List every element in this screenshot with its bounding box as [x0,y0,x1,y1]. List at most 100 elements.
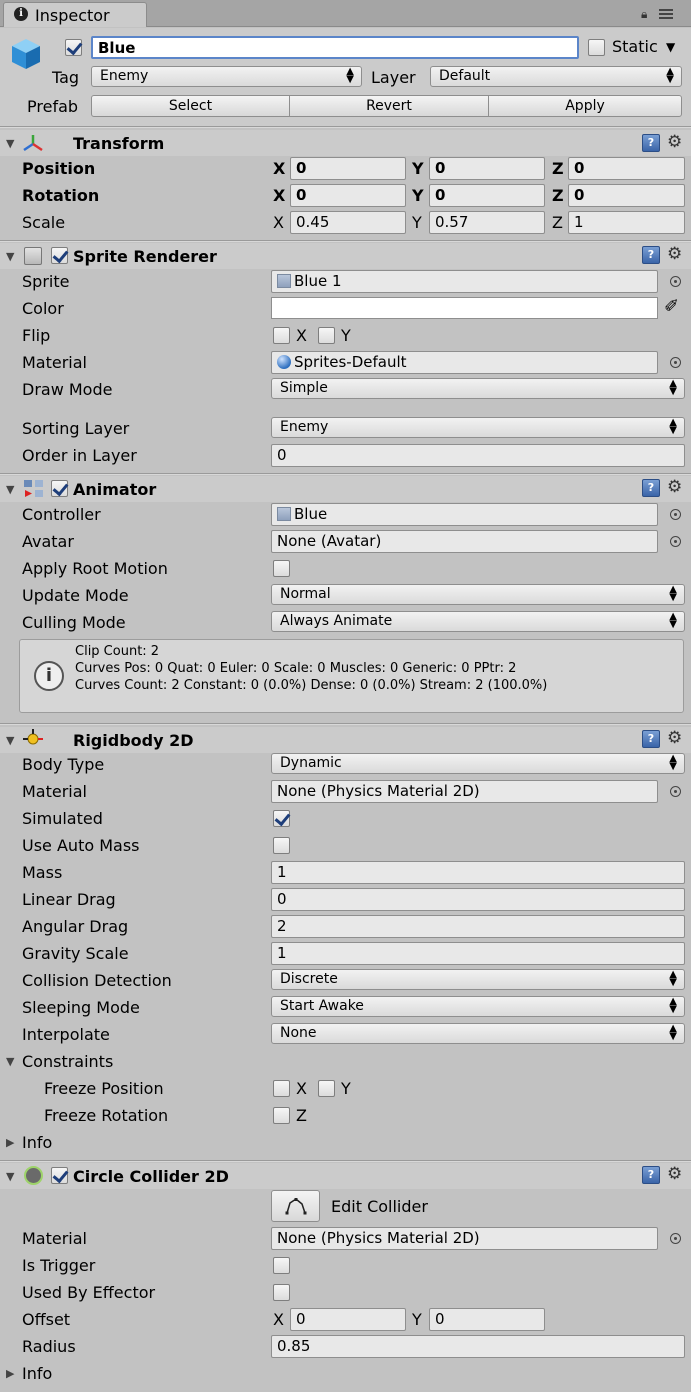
gear-icon[interactable]: ⚙ [667,478,682,496]
sleeping-mode-dropdown[interactable]: Start Awake ▲ ▼ [271,996,685,1017]
transform-title: Transform [73,134,165,153]
axis-x-label[interactable]: X [273,186,285,205]
linear-drag-field[interactable]: 0 [271,888,685,911]
scale-y-field[interactable]: 0.57 [429,211,545,234]
help-icon[interactable]: ? [642,1166,660,1184]
sprite-renderer-enabled-checkbox[interactable] [51,247,68,264]
transform-foldout-icon[interactable]: ▼ [6,137,14,150]
flip-x-checkbox[interactable] [273,327,290,344]
prefab-select-button[interactable]: Select [91,95,290,117]
gear-icon[interactable]: ⚙ [667,1165,682,1183]
offset-x-field[interactable]: 0 [290,1308,406,1331]
object-picker-icon[interactable] [670,509,681,520]
axis-z-label[interactable]: Z [552,186,564,205]
object-picker-icon[interactable] [670,1233,681,1244]
object-picker-icon[interactable] [670,536,681,547]
cc-info-foldout-icon[interactable]: ▶ [6,1367,14,1380]
rb-info-foldout-icon[interactable]: ▶ [6,1136,14,1149]
position-x-field[interactable]: 0 [290,157,406,180]
culling-mode-dropdown[interactable]: Always Animate ▲ ▼ [271,611,685,632]
lock-icon[interactable]: 🔒︎ [641,7,647,22]
is-trigger-label: Is Trigger [22,1256,96,1275]
animator-enabled-checkbox[interactable] [51,480,68,497]
gear-icon[interactable]: ⚙ [667,245,682,263]
rotation-z-field[interactable]: 0 [568,184,685,207]
gear-icon[interactable]: ⚙ [667,133,682,151]
position-y-field[interactable]: 0 [429,157,545,180]
update-mode-dropdown[interactable]: Normal ▲ ▼ [271,584,685,605]
sorting-layer-dropdown[interactable]: Enemy ▲ ▼ [271,417,685,438]
layer-dropdown[interactable]: Default ▲ ▼ [430,66,682,87]
gravity-scale-field[interactable]: 1 [271,942,685,965]
body-type-dropdown[interactable]: Dynamic ▲ ▼ [271,753,685,774]
axis-y-label[interactable]: Y [412,186,424,205]
axis-z-label[interactable]: Z [552,213,563,232]
axis-z-label[interactable]: Z [552,159,564,178]
rigidbody2d-foldout-icon[interactable]: ▼ [6,734,14,747]
sprite-renderer-foldout-icon[interactable]: ▼ [6,250,14,263]
avatar-object-field[interactable]: None (Avatar) [271,530,658,553]
axis-y-label[interactable]: Y [412,1310,422,1329]
cc-info-label[interactable]: Info [22,1364,52,1383]
rotation-x-field[interactable]: 0 [290,184,406,207]
apply-root-motion-checkbox[interactable] [273,560,290,577]
help-icon[interactable]: ? [642,730,660,748]
static-dropdown-icon[interactable]: ▼ [666,40,675,54]
axis-y-label[interactable]: Y [412,213,422,232]
tab-menu-icon[interactable] [659,9,673,19]
gameobject-name-field[interactable]: Blue [91,36,579,59]
controller-object-field[interactable]: Blue [271,503,658,526]
tab-inspector[interactable]: i Inspector [3,2,147,27]
use-auto-mass-checkbox[interactable] [273,837,290,854]
simulated-checkbox[interactable] [273,810,290,827]
color-field[interactable] [271,297,658,319]
animator-foldout-icon[interactable]: ▼ [6,483,14,496]
axis-x-label[interactable]: X [273,213,284,232]
static-checkbox[interactable] [588,39,605,56]
prefab-revert-button[interactable]: Revert [289,95,489,117]
material-object-field[interactable]: Sprites-Default [271,351,658,374]
help-icon[interactable]: ? [642,246,660,264]
axis-y-label[interactable]: Y [412,159,424,178]
axis-x-label[interactable]: X [273,1310,284,1329]
cc-material-object-field[interactable]: None (Physics Material 2D) [271,1227,658,1250]
circle-collider-enabled-checkbox[interactable] [51,1167,68,1184]
constraints-foldout-icon[interactable]: ▼ [6,1055,14,1068]
sprite-object-field[interactable]: Blue 1 [271,270,658,293]
offset-y-field[interactable]: 0 [429,1308,545,1331]
tag-dropdown[interactable]: Enemy ▲ ▼ [91,66,362,87]
scale-x-field[interactable]: 0.45 [290,211,406,234]
object-picker-icon[interactable] [670,357,681,368]
axis-x-label[interactable]: X [273,159,285,178]
constraints-label[interactable]: Constraints [22,1052,113,1071]
help-icon[interactable]: ? [642,134,660,152]
mass-field[interactable]: 1 [271,861,685,884]
is-trigger-checkbox[interactable] [273,1257,290,1274]
collision-detection-dropdown[interactable]: Discrete ▲ ▼ [271,969,685,990]
angular-drag-field[interactable]: 2 [271,915,685,938]
order-in-layer-field[interactable]: 0 [271,444,685,467]
edit-collider-button[interactable] [271,1190,320,1222]
flip-y-checkbox[interactable] [318,327,335,344]
freeze-position-x-checkbox[interactable] [273,1080,290,1097]
rb-info-label[interactable]: Info [22,1133,52,1152]
freeze-rotation-z-checkbox[interactable] [273,1107,290,1124]
draw-mode-dropdown[interactable]: Simple ▲ ▼ [271,378,685,399]
freeze-position-y-checkbox[interactable] [318,1080,335,1097]
gear-icon[interactable]: ⚙ [667,729,682,747]
help-icon[interactable]: ? [642,479,660,497]
radius-field[interactable]: 0.85 [271,1335,685,1358]
rotation-y-field[interactable]: 0 [429,184,545,207]
object-picker-icon[interactable] [670,786,681,797]
position-z-field[interactable]: 0 [568,157,685,180]
used-by-effector-checkbox[interactable] [273,1284,290,1301]
object-picker-icon[interactable] [670,276,681,287]
rb-material-object-field[interactable]: None (Physics Material 2D) [271,780,658,803]
circle-collider-foldout-icon[interactable]: ▼ [6,1170,14,1183]
gameobject-active-checkbox[interactable] [65,39,82,56]
prefab-apply-button[interactable]: Apply [488,95,682,117]
material-sphere-icon [277,355,291,369]
scale-z-field[interactable]: 1 [568,211,685,234]
interpolate-dropdown[interactable]: None ▲ ▼ [271,1023,685,1044]
eyedropper-icon[interactable]: ✐ [664,296,679,317]
